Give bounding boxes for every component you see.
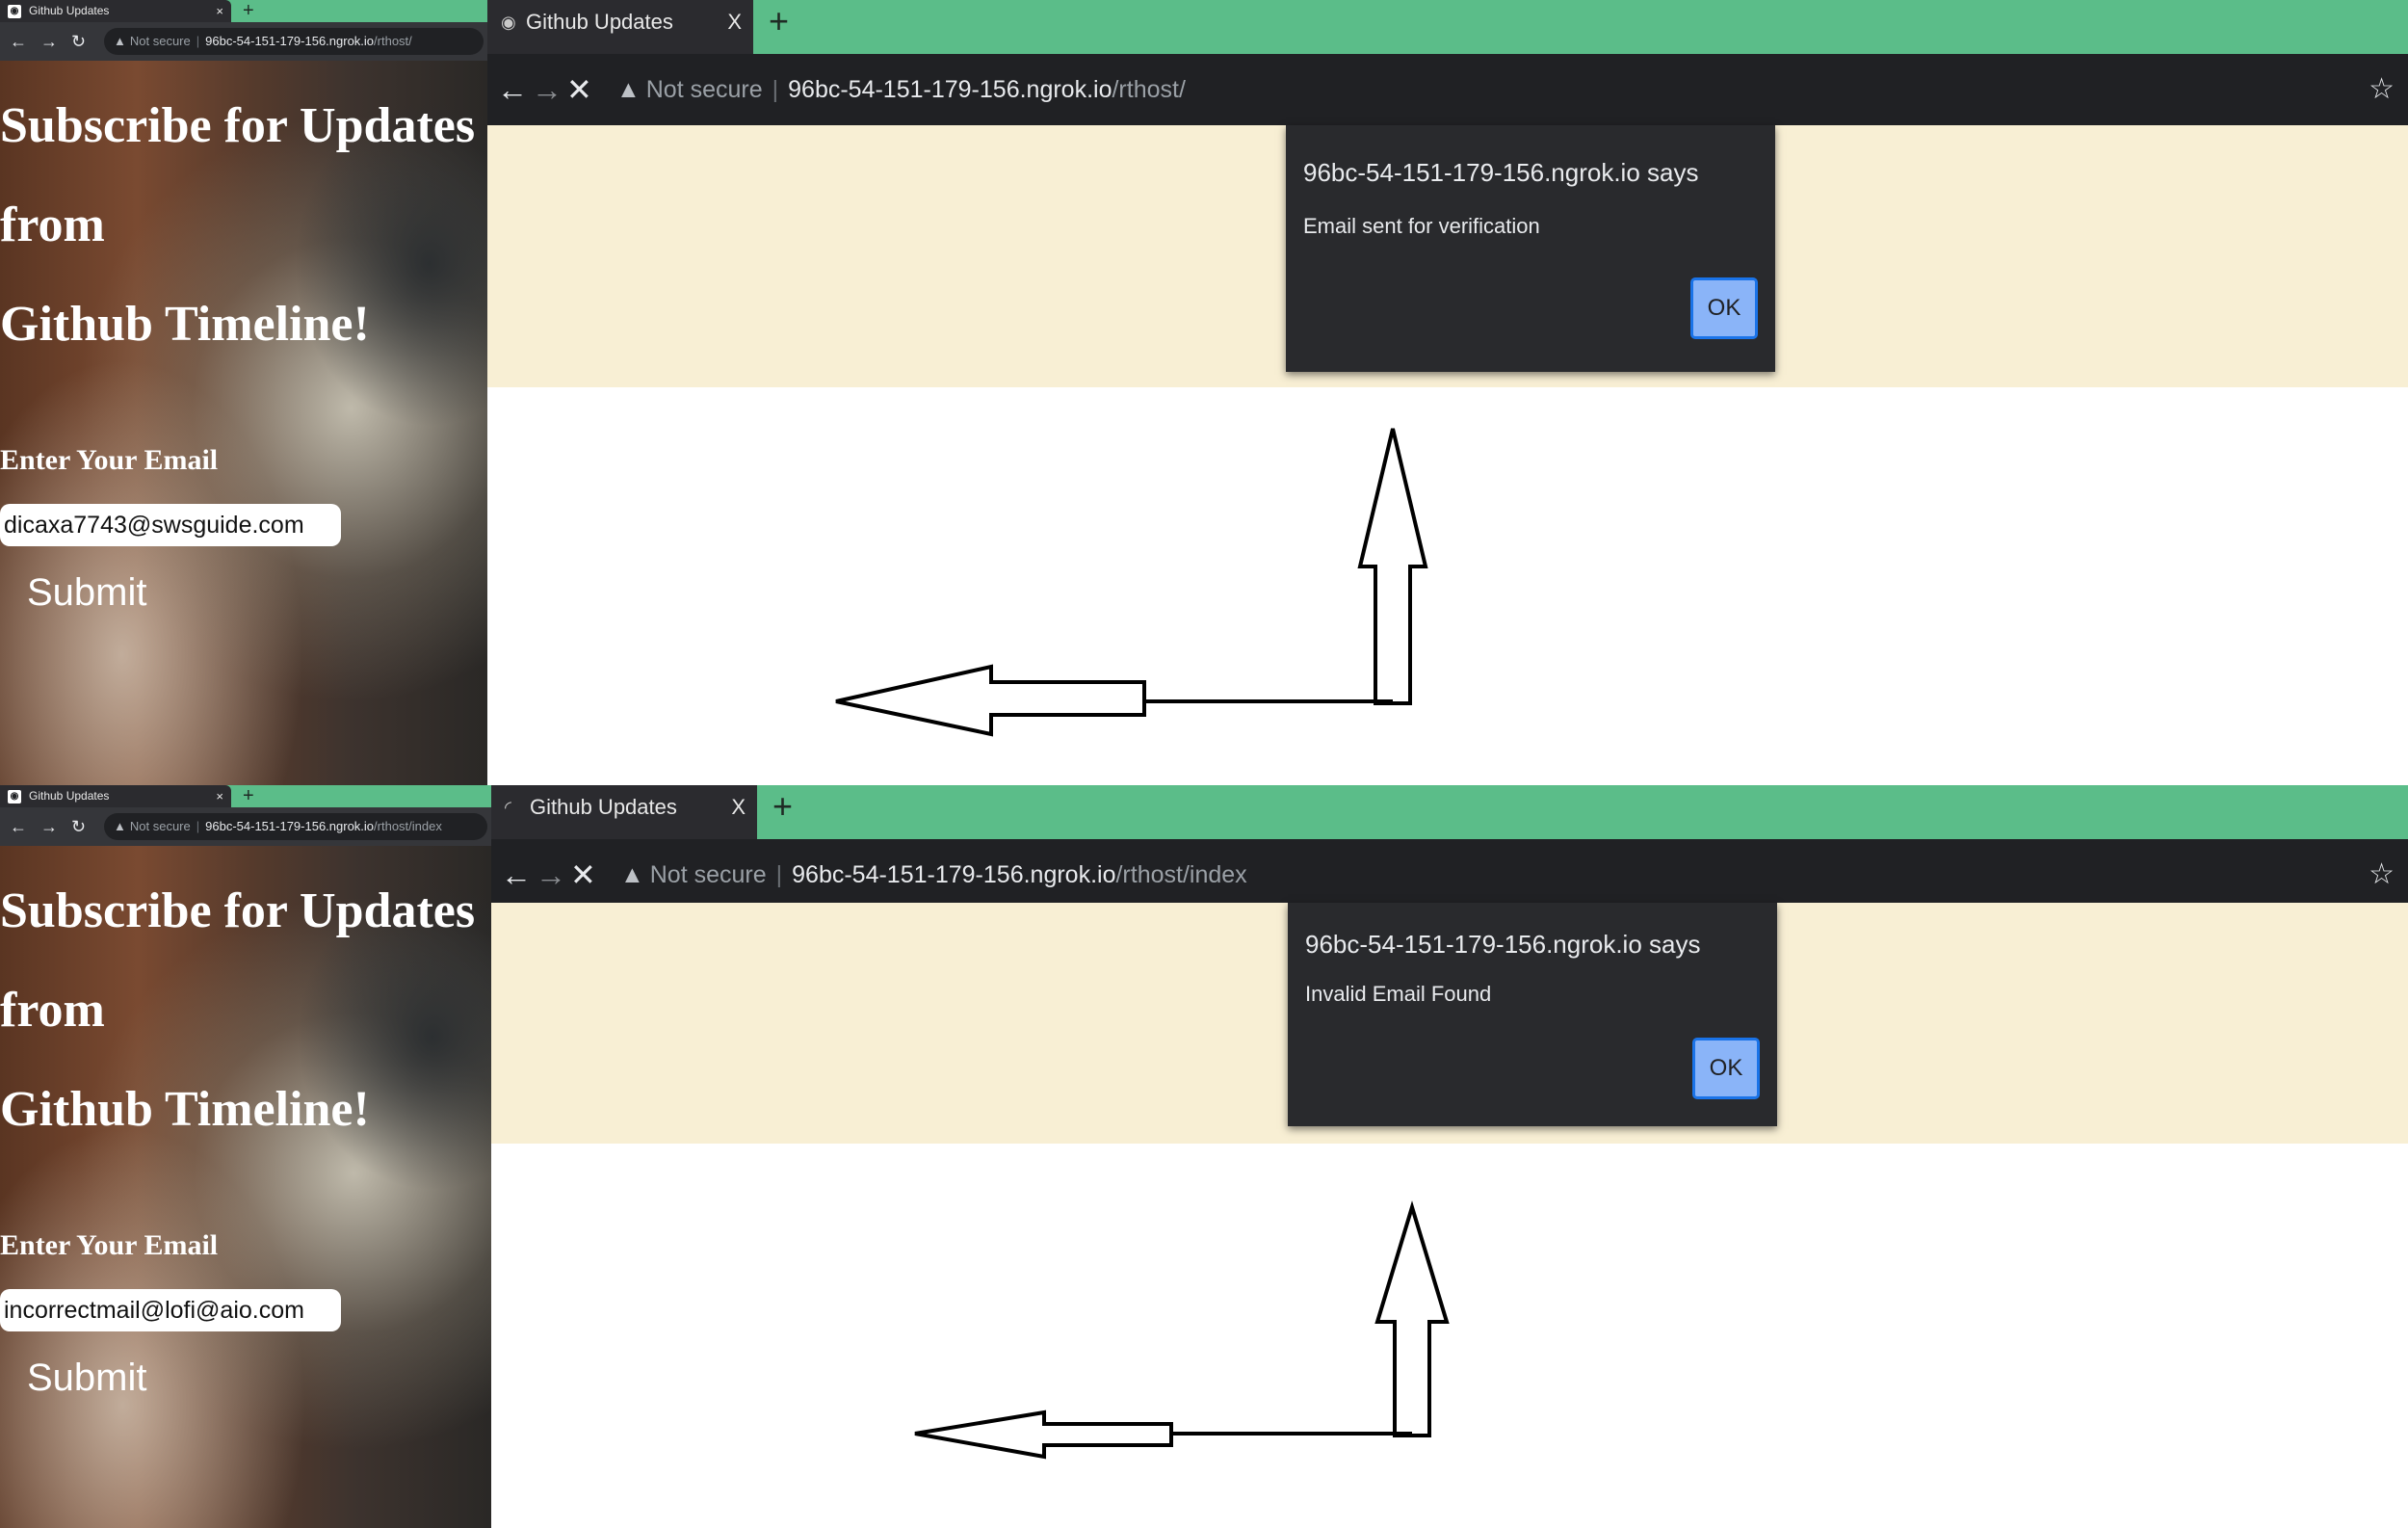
up-arrow-2: [1374, 1200, 1450, 1437]
annotation-arrows: [835, 428, 1450, 1460]
up-arrow-1: [1357, 428, 1428, 705]
left-arrow-1: [835, 664, 1146, 737]
left-arrow-2: [914, 1409, 1173, 1460]
